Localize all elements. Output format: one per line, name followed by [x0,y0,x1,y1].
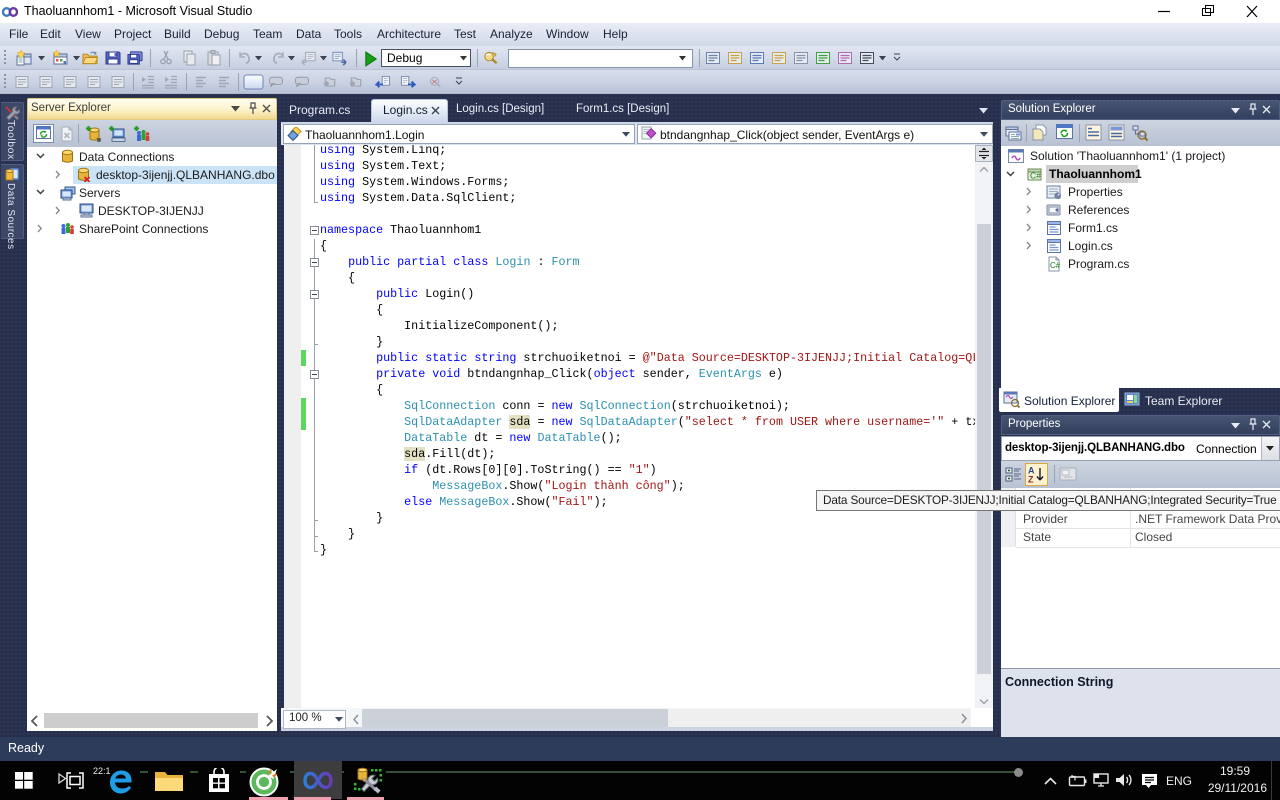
svg-text:Z: Z [1028,475,1034,485]
svg-text:C#: C# [1030,171,1041,181]
svg-text:C#: C# [1050,261,1061,270]
